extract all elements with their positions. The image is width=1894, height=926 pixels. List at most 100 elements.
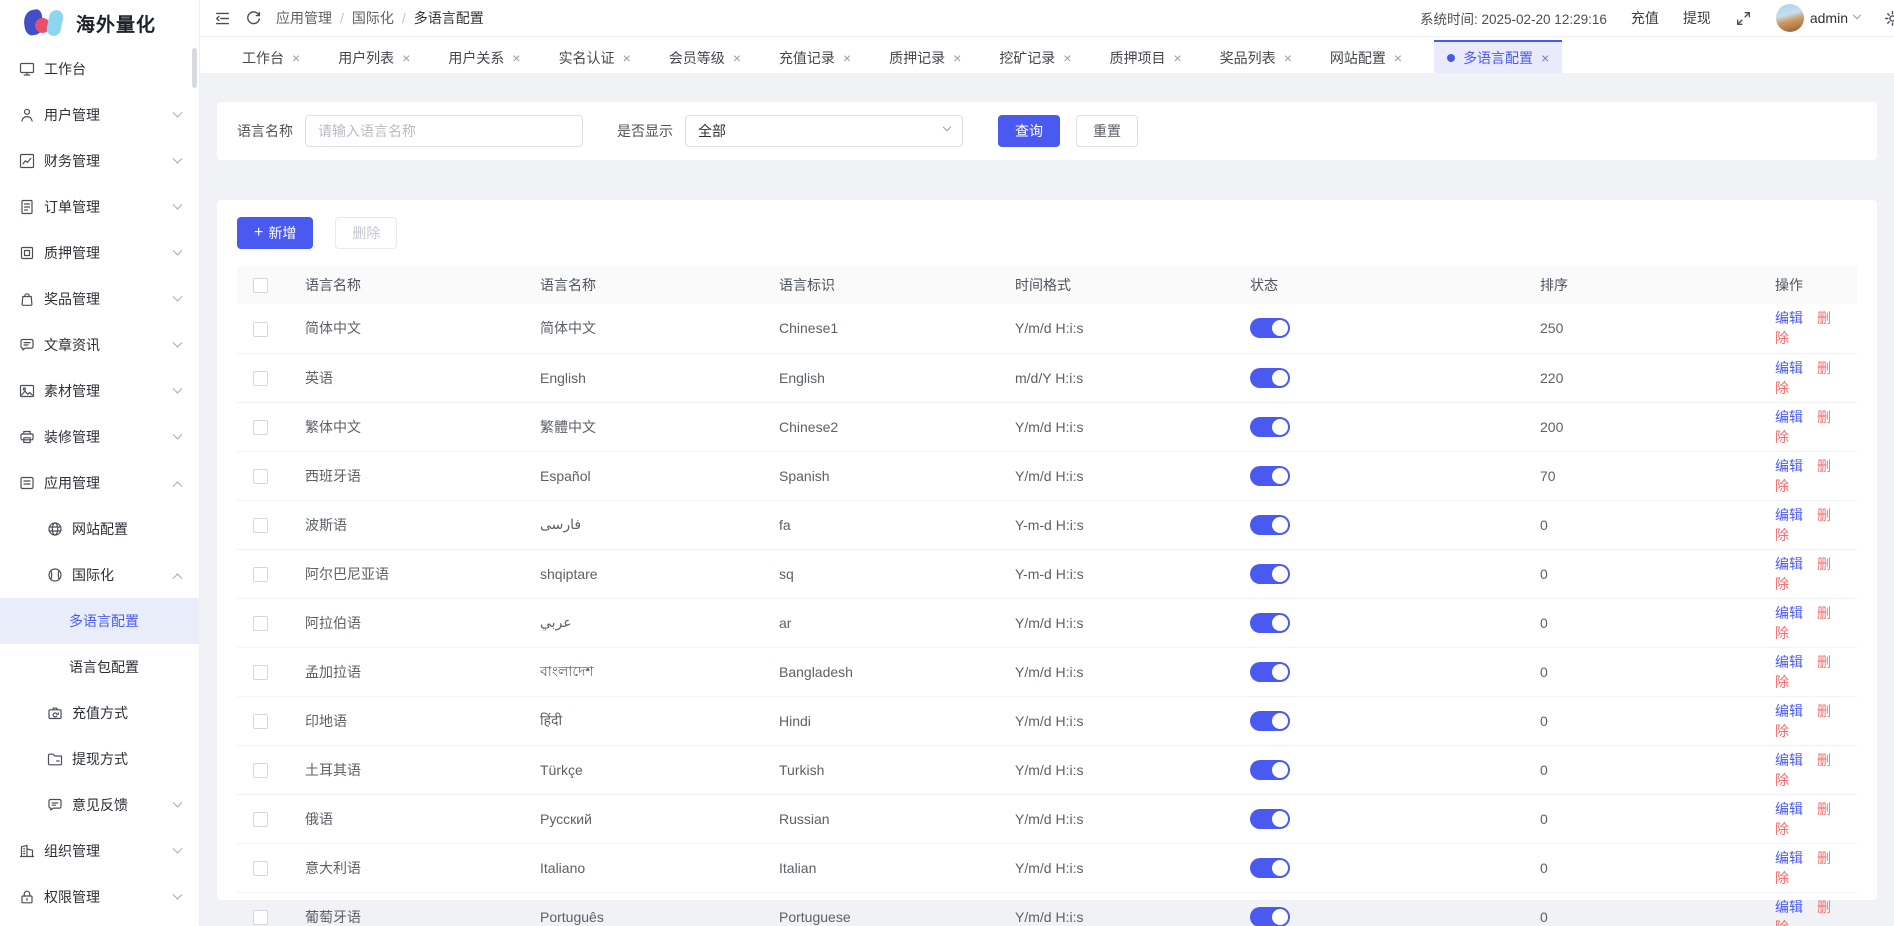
status-toggle[interactable] bbox=[1250, 711, 1290, 731]
row-checkbox[interactable] bbox=[253, 469, 268, 484]
sidebar-item-提现方式[interactable]: 提现方式 bbox=[0, 736, 199, 782]
tab-挖矿记录[interactable]: 挖矿记录× bbox=[993, 40, 1077, 73]
tab-会员等级[interactable]: 会员等级× bbox=[663, 40, 747, 73]
edit-link[interactable]: 编辑 bbox=[1775, 850, 1803, 866]
tab-工作台[interactable]: 工作台× bbox=[236, 40, 306, 73]
edit-link[interactable]: 编辑 bbox=[1775, 703, 1803, 719]
visible-select[interactable]: 全部 bbox=[685, 115, 963, 147]
withdraw-link[interactable]: 提现 bbox=[1683, 8, 1711, 28]
tab-close-icon[interactable]: × bbox=[512, 51, 520, 65]
sidebar-item-质押管理[interactable]: 质押管理 bbox=[0, 230, 199, 276]
tab-质押项目[interactable]: 质押项目× bbox=[1104, 40, 1188, 73]
tab-close-icon[interactable]: × bbox=[733, 51, 741, 65]
fullscreen-icon[interactable] bbox=[1735, 10, 1752, 27]
row-checkbox[interactable] bbox=[253, 910, 268, 925]
row-checkbox[interactable] bbox=[253, 714, 268, 729]
row-checkbox[interactable] bbox=[253, 812, 268, 827]
tab-用户关系[interactable]: 用户关系× bbox=[442, 40, 526, 73]
breadcrumb-item[interactable]: 应用管理 bbox=[276, 8, 332, 28]
tab-close-icon[interactable]: × bbox=[953, 51, 961, 65]
tab-充值记录[interactable]: 充值记录× bbox=[773, 40, 857, 73]
tab-close-icon[interactable]: × bbox=[843, 51, 851, 65]
tab-close-icon[interactable]: × bbox=[623, 51, 631, 65]
tab-close-icon[interactable]: × bbox=[1284, 51, 1292, 65]
row-checkbox[interactable] bbox=[253, 665, 268, 680]
collapse-sidebar-icon[interactable] bbox=[214, 10, 231, 27]
status-toggle[interactable] bbox=[1250, 515, 1290, 535]
sidebar-item-组织管理[interactable]: 组织管理 bbox=[0, 828, 199, 874]
status-toggle[interactable] bbox=[1250, 417, 1290, 437]
row-checkbox[interactable] bbox=[253, 371, 268, 386]
tab-质押记录[interactable]: 质押记录× bbox=[883, 40, 967, 73]
sidebar-item-网站配置[interactable]: 网站配置 bbox=[0, 506, 199, 552]
edit-link[interactable]: 编辑 bbox=[1775, 556, 1803, 572]
reset-button[interactable]: 重置 bbox=[1076, 115, 1138, 147]
status-toggle[interactable] bbox=[1250, 907, 1290, 926]
sidebar-scrollbar[interactable] bbox=[192, 48, 197, 88]
status-toggle[interactable] bbox=[1250, 318, 1290, 338]
status-toggle[interactable] bbox=[1250, 809, 1290, 829]
sidebar-item-权限管理[interactable]: 权限管理 bbox=[0, 874, 199, 920]
edit-link[interactable]: 编辑 bbox=[1775, 801, 1803, 817]
sidebar-item-国际化[interactable]: 国际化 bbox=[0, 552, 199, 598]
row-checkbox[interactable] bbox=[253, 567, 268, 582]
sidebar-item-素材管理[interactable]: 素材管理 bbox=[0, 368, 199, 414]
sidebar-item-多语言配置[interactable]: 多语言配置 bbox=[0, 598, 199, 644]
edit-link[interactable]: 编辑 bbox=[1775, 605, 1803, 621]
settings-gear-icon[interactable] bbox=[1884, 10, 1894, 27]
sidebar-item-充值方式[interactable]: 充值方式 bbox=[0, 690, 199, 736]
sidebar-item-订单管理[interactable]: 订单管理 bbox=[0, 184, 199, 230]
status-toggle[interactable] bbox=[1250, 466, 1290, 486]
edit-link[interactable]: 编辑 bbox=[1775, 458, 1803, 474]
edit-link[interactable]: 编辑 bbox=[1775, 899, 1803, 915]
delete-button[interactable]: 删除 bbox=[335, 217, 397, 249]
tab-close-icon[interactable]: × bbox=[1063, 51, 1071, 65]
sidebar-item-工作台[interactable]: 工作台 bbox=[0, 46, 199, 92]
status-toggle[interactable] bbox=[1250, 564, 1290, 584]
select-all-checkbox[interactable] bbox=[253, 278, 268, 293]
sidebar-item-财务管理[interactable]: 财务管理 bbox=[0, 138, 199, 184]
sidebar-item-文章资讯[interactable]: 文章资讯 bbox=[0, 322, 199, 368]
tab-奖品列表[interactable]: 奖品列表× bbox=[1214, 40, 1298, 73]
tab-用户列表[interactable]: 用户列表× bbox=[332, 40, 416, 73]
edit-link[interactable]: 编辑 bbox=[1775, 507, 1803, 523]
sidebar-item-奖品管理[interactable]: 奖品管理 bbox=[0, 276, 199, 322]
edit-link[interactable]: 编辑 bbox=[1775, 310, 1803, 326]
tab-close-icon[interactable]: × bbox=[1174, 51, 1182, 65]
tab-close-icon[interactable]: × bbox=[292, 51, 300, 65]
avatar[interactable] bbox=[1776, 4, 1804, 32]
row-checkbox[interactable] bbox=[253, 763, 268, 778]
status-toggle[interactable] bbox=[1250, 662, 1290, 682]
tab-多语言配置[interactable]: 多语言配置× bbox=[1434, 40, 1562, 73]
sidebar-item-应用管理[interactable]: 应用管理 bbox=[0, 460, 199, 506]
row-checkbox[interactable] bbox=[253, 420, 268, 435]
breadcrumb-item[interactable]: 国际化 bbox=[352, 8, 394, 28]
add-button[interactable]: + 新增 bbox=[237, 217, 313, 249]
sidebar-item-意见反馈[interactable]: 意见反馈 bbox=[0, 782, 199, 828]
user-menu[interactable]: admin bbox=[1776, 4, 1860, 32]
recharge-link[interactable]: 充值 bbox=[1631, 8, 1659, 28]
row-checkbox[interactable] bbox=[253, 616, 268, 631]
row-checkbox[interactable] bbox=[253, 322, 268, 337]
tab-实名认证[interactable]: 实名认证× bbox=[553, 40, 637, 73]
status-toggle[interactable] bbox=[1250, 613, 1290, 633]
edit-link[interactable]: 编辑 bbox=[1775, 360, 1803, 376]
refresh-icon[interactable] bbox=[245, 10, 262, 27]
tab-close-icon[interactable]: × bbox=[1394, 51, 1402, 65]
edit-link[interactable]: 编辑 bbox=[1775, 409, 1803, 425]
sidebar-item-装修管理[interactable]: 装修管理 bbox=[0, 414, 199, 460]
row-checkbox[interactable] bbox=[253, 518, 268, 533]
status-toggle[interactable] bbox=[1250, 368, 1290, 388]
sidebar-item-用户管理[interactable]: 用户管理 bbox=[0, 92, 199, 138]
edit-link[interactable]: 编辑 bbox=[1775, 752, 1803, 768]
search-button[interactable]: 查询 bbox=[998, 115, 1060, 147]
status-toggle[interactable] bbox=[1250, 858, 1290, 878]
tab-close-icon[interactable]: × bbox=[402, 51, 410, 65]
edit-link[interactable]: 编辑 bbox=[1775, 654, 1803, 670]
sidebar-item-语言包配置[interactable]: 语言包配置 bbox=[0, 644, 199, 690]
language-name-input[interactable] bbox=[305, 115, 583, 147]
status-toggle[interactable] bbox=[1250, 760, 1290, 780]
tab-网站配置[interactable]: 网站配置× bbox=[1324, 40, 1408, 73]
row-checkbox[interactable] bbox=[253, 861, 268, 876]
tab-close-icon[interactable]: × bbox=[1541, 51, 1549, 65]
